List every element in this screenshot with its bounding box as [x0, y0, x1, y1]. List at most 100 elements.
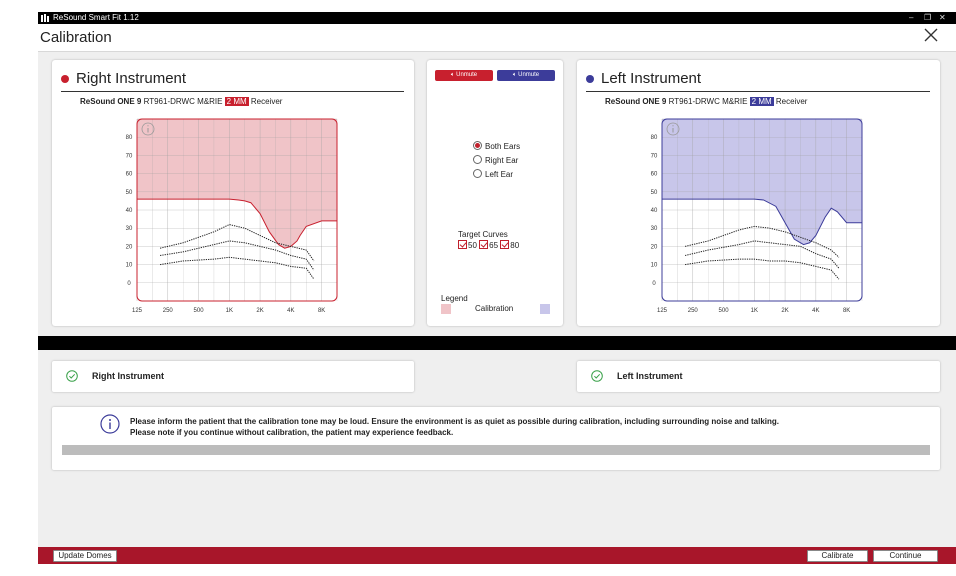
x-tick-label: 8K [843, 308, 850, 314]
right-instrument-panel: Right Instrument ReSound ONE 9 RT961-DRW… [52, 60, 414, 326]
legend-left-swatch [540, 304, 550, 314]
model-code: RT961-DRWC M&RIE [668, 97, 748, 106]
y-tick-label: 40 [651, 208, 658, 214]
radio-button-icon[interactable] [473, 169, 482, 178]
x-tick-label: 1K [226, 308, 233, 314]
radio-label: Right Ear [485, 156, 519, 165]
radio-right-ear[interactable]: Right Ear [473, 155, 518, 165]
calibration-notice: Please inform the patient that the calib… [52, 407, 940, 470]
window-titlebar: ReSound Smart Fit 1.12 – ❐ ✕ [38, 12, 956, 24]
unmute-right-button[interactable]: 🔈︎ Unmute [435, 70, 493, 81]
y-tick-label: 10 [126, 263, 133, 269]
page-title: Calibration [40, 29, 112, 46]
close-icon[interactable] [924, 28, 938, 42]
app-logo-icon [41, 14, 49, 22]
calibration-progress-bar [62, 445, 930, 455]
model-code: RT961-DRWC M&RIE [143, 97, 223, 106]
right-instrument-title: Right Instrument [76, 70, 187, 87]
center-control-panel: 🔈︎ Unmute 🔈︎ Unmute Both Ears Right Ear … [427, 60, 563, 326]
radio-left-ear[interactable]: Left Ear [473, 169, 513, 179]
continue-button[interactable]: Continue [873, 550, 938, 562]
right-instrument-model: ReSound ONE 9 RT961-DRWC M&RIE 2 MM Rece… [80, 97, 282, 106]
x-tick-label: 500 [719, 308, 730, 314]
update-domes-button[interactable]: Update Domes [53, 550, 117, 562]
y-tick-label: 20 [126, 244, 133, 250]
status-label: Right Instrument [92, 371, 164, 381]
info-icon [100, 414, 120, 434]
checkbox-80[interactable] [500, 240, 510, 249]
target-curves-label: Target Curves [458, 230, 508, 239]
radio-both-ears[interactable]: Both Ears [473, 141, 520, 151]
receiver-label: Receiver [250, 97, 283, 106]
notice-line-2: Please note if you continue without cali… [130, 428, 454, 437]
x-tick-label: 500 [194, 308, 205, 314]
check-circle-icon [66, 370, 78, 382]
y-tick-label: 80 [651, 135, 658, 141]
x-tick-label: 125 [132, 308, 143, 314]
info-icon [672, 125, 674, 127]
y-tick-label: 10 [651, 263, 658, 269]
restore-icon[interactable]: ❐ [924, 12, 931, 24]
minimize-icon[interactable]: – [909, 12, 913, 24]
target-curve-80: 80 [510, 241, 520, 250]
legend-right-swatch [441, 304, 451, 314]
app-title: ReSound Smart Fit 1.12 [53, 13, 139, 22]
left-instrument-panel: Left Instrument ReSound ONE 9 RT961-DRWC… [577, 60, 940, 326]
right-instrument-status: Right Instrument [52, 361, 414, 392]
y-tick-label: 50 [126, 190, 133, 196]
y-tick-label: 70 [651, 153, 658, 159]
x-tick-label: 250 [163, 308, 174, 314]
footer-bar: Update Domes Calibrate Continue [38, 547, 956, 564]
unmute-right-label: Unmute [456, 72, 478, 78]
x-tick-label: 4K [812, 308, 819, 314]
target-curve-50: 50 [468, 241, 477, 250]
info-icon [672, 128, 674, 133]
y-tick-label: 70 [126, 153, 133, 159]
left-instrument-status: Left Instrument [577, 361, 940, 392]
model-name: ReSound ONE 9 [80, 97, 142, 106]
legend-label: Calibration [475, 304, 514, 313]
workspace: Right Instrument ReSound ONE 9 RT961-DRW… [38, 52, 956, 547]
y-tick-label: 0 [127, 281, 131, 287]
x-tick-label: 1K [751, 308, 758, 314]
separator-bar [38, 336, 956, 350]
radio-label: Left Ear [485, 170, 514, 179]
checkbox-65[interactable] [479, 240, 489, 249]
model-name: ReSound ONE 9 [605, 97, 667, 106]
y-tick-label: 60 [126, 172, 133, 178]
right-instrument-dot [61, 75, 69, 83]
window-close-icon[interactable]: ✕ [939, 12, 946, 24]
checkbox-50[interactable] [458, 240, 467, 249]
radio-button-icon[interactable] [473, 155, 482, 164]
y-tick-label: 60 [651, 172, 658, 178]
info-icon [147, 128, 149, 133]
page-header: Calibration [38, 24, 956, 52]
divider [61, 91, 404, 92]
calibrate-button[interactable]: Calibrate [807, 550, 868, 562]
y-tick-label: 80 [126, 135, 133, 141]
x-tick-label: 2K [781, 308, 788, 314]
info-icon [147, 125, 149, 127]
y-tick-label: 30 [126, 226, 133, 232]
y-tick-label: 30 [651, 226, 658, 232]
y-tick-label: 50 [651, 190, 658, 196]
x-tick-label: 2K [256, 308, 263, 314]
x-tick-label: 8K [318, 308, 325, 314]
unmute-left-button[interactable]: 🔈︎ Unmute [497, 70, 555, 81]
left-instrument-model: ReSound ONE 9 RT961-DRWC M&RIE 2 MM Rece… [605, 97, 807, 106]
y-tick-label: 0 [652, 281, 656, 287]
left-calibration-chart: 0 10 20 30 40 50 60 70 80 125 250 500 1K 2K 4K 8K [651, 118, 863, 314]
unmute-left-label: Unmute [518, 72, 540, 78]
left-instrument-title: Left Instrument [601, 70, 702, 87]
target-curve-65: 65 [489, 241, 499, 250]
legend-title: Legend [441, 294, 468, 303]
y-tick-label: 40 [126, 208, 133, 214]
check-circle-icon [591, 370, 603, 382]
left-instrument-dot [586, 75, 594, 83]
radio-label: Both Ears [485, 142, 521, 151]
radio-button-icon[interactable] [473, 141, 482, 150]
x-tick-label: 250 [688, 308, 699, 314]
receiver-label: Receiver [775, 97, 808, 106]
receiver-badge: 2 MM [749, 97, 774, 106]
target-curves-group: 50 65 80 [458, 240, 519, 250]
